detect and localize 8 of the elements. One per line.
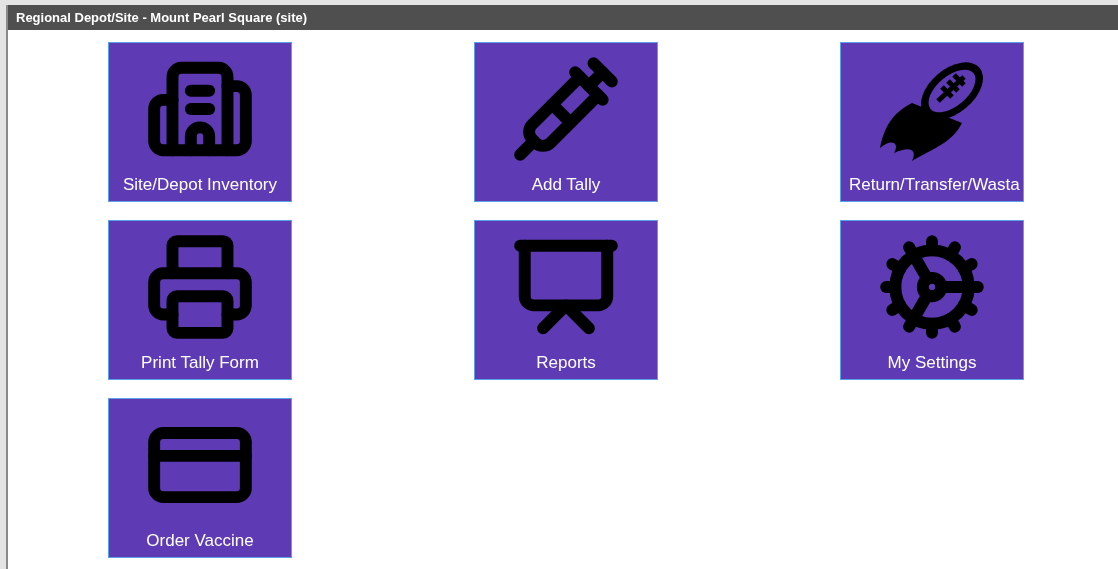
menu-tile[interactable]: Reports [474,220,658,380]
menu-tile[interactable]: Site/Depot Inventory [108,42,292,202]
menu-tile[interactable]: Order Vaccine [108,398,292,558]
menu-tile[interactable]: Add Tally [474,42,658,202]
menu-tile[interactable]: My Settings [840,220,1024,380]
menu-tile[interactable]: Return/Transfer/Wasta [840,42,1024,202]
menu-tile[interactable]: Print Tally Form [108,220,292,380]
panel-title: Regional Depot/Site - Mount Pearl Square (site) [16,10,308,25]
